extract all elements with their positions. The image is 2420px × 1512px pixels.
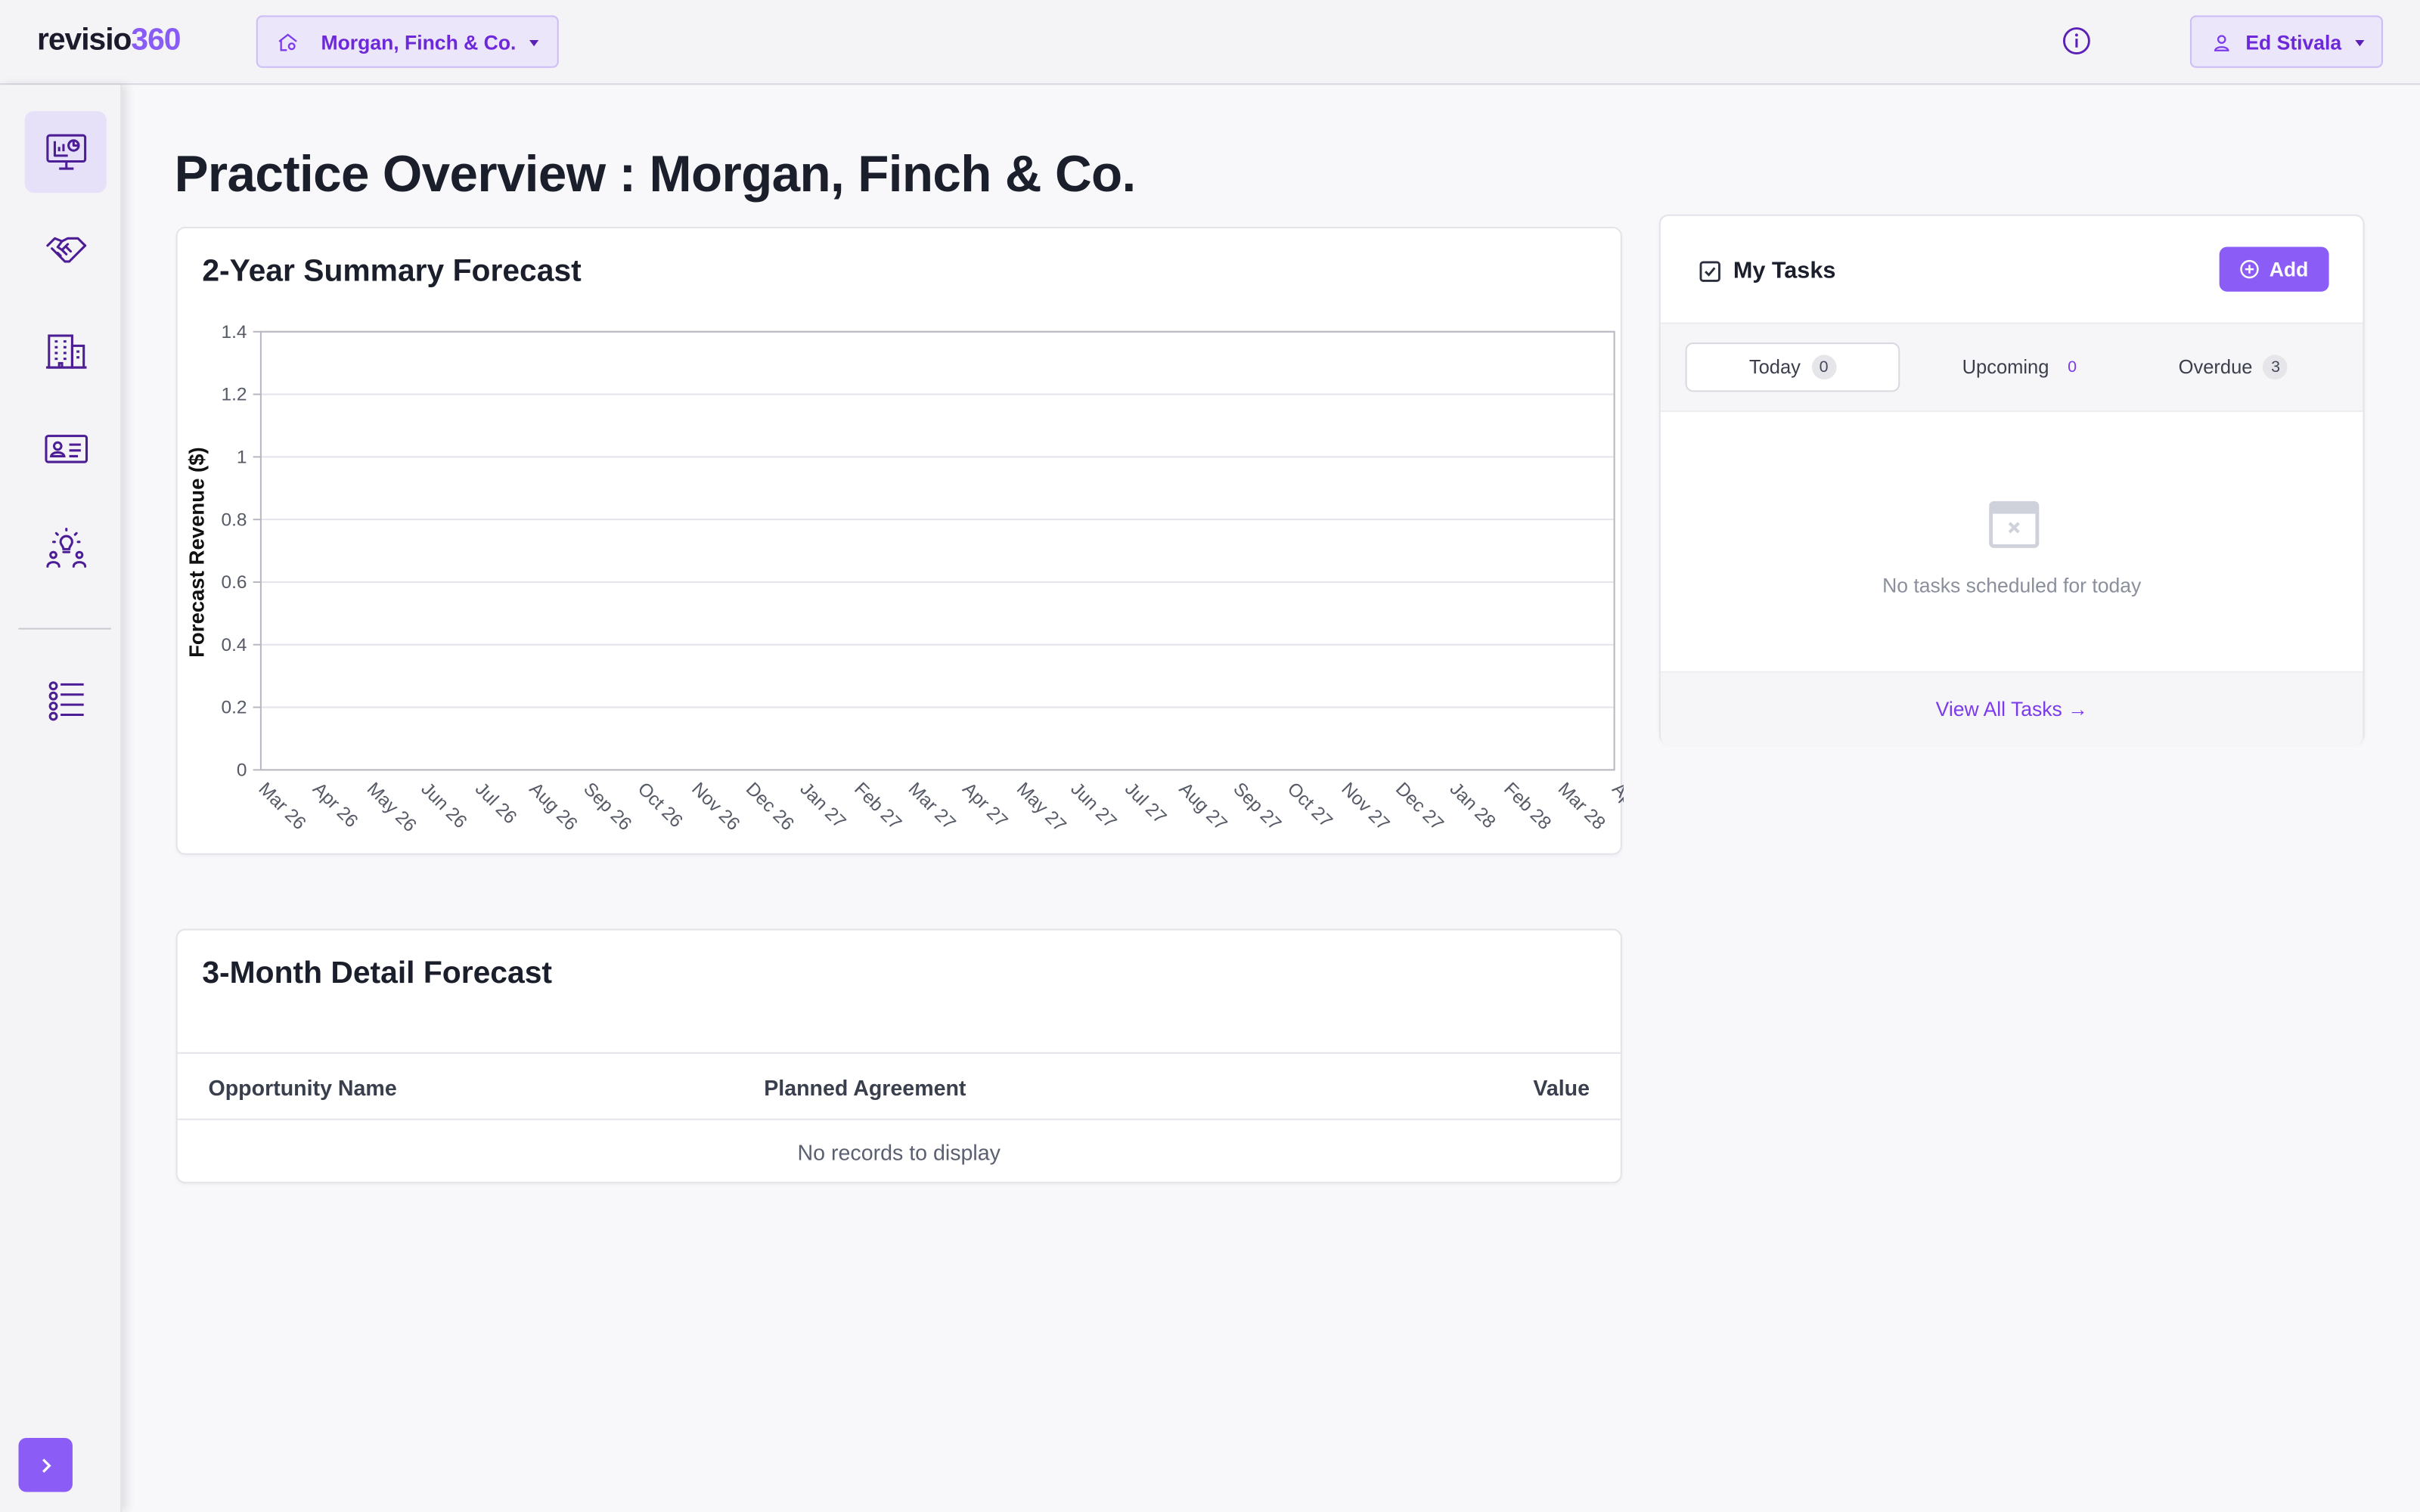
plus-circle-icon <box>2240 259 2260 279</box>
y-tick-label: 1 <box>237 448 247 468</box>
y-tick-label: 1.2 <box>222 385 247 405</box>
x-tick-label: Apr 28 <box>1608 779 1624 832</box>
y-tick-label: 0.8 <box>222 510 247 530</box>
user-menu-button[interactable]: Ed Stivala <box>2189 15 2383 68</box>
table-header: Opportunity Name Planned Agreement Value <box>177 1052 1621 1120</box>
upcoming-count-badge: 0 <box>2068 358 2077 376</box>
nav-agreements[interactable] <box>25 209 107 290</box>
x-tick-label: Jun 27 <box>1066 779 1120 832</box>
chart-grid <box>260 330 1615 771</box>
practice-selector[interactable]: Morgan, Finch & Co. <box>256 15 559 68</box>
x-tick-label: Oct 27 <box>1283 779 1336 832</box>
nav-insights[interactable] <box>25 506 107 587</box>
nav-companies[interactable] <box>25 307 107 389</box>
user-icon <box>2214 34 2229 51</box>
lightbulb-people-icon <box>45 527 86 567</box>
sidebar <box>0 85 123 1512</box>
user-name: Ed Stivala <box>2245 29 2342 54</box>
column-header-opportunity[interactable]: Opportunity Name <box>209 1075 397 1100</box>
page-title: Practice Overview : Morgan, Finch & Co. <box>174 144 1137 203</box>
y-tick-label: 1.4 <box>222 322 247 342</box>
x-tick-label: Mar 28 <box>1554 779 1609 834</box>
info-icon[interactable] <box>2062 26 2092 56</box>
x-tick-label: Jun 26 <box>417 779 470 832</box>
x-tick-label: May 27 <box>1013 779 1070 836</box>
app-logo[interactable]: revisio360 <box>37 23 182 59</box>
x-tick-label: Feb 28 <box>1500 779 1555 834</box>
task-tabs: Today 0 Upcoming 0 Overdue 3 <box>1660 322 2363 412</box>
x-tick-label: Sep 27 <box>1229 779 1285 835</box>
x-tick-label: Feb 27 <box>850 779 905 834</box>
checkbox-icon <box>1699 261 1720 282</box>
y-tick-label: 0 <box>237 761 247 781</box>
x-tick-label: Aug 27 <box>1175 779 1231 835</box>
x-tick-label: Nov 26 <box>687 779 743 835</box>
x-tick-label: Sep 26 <box>579 779 635 835</box>
id-card-icon <box>44 434 88 463</box>
building-icon <box>45 333 86 368</box>
table-empty-message: No records to display <box>797 1140 1001 1165</box>
x-tick-label: Jul 27 <box>1121 779 1170 828</box>
column-header-planned-agreement[interactable]: Planned Agreement <box>764 1075 966 1100</box>
nav-list[interactable] <box>25 657 107 739</box>
chevron-down-icon <box>2355 40 2365 47</box>
y-tick-label: 0.6 <box>222 572 247 593</box>
today-count-badge: 0 <box>1811 355 1836 380</box>
y-axis-ticks: 0 0.2 0.4 0.6 0.8 1 1.2 1.4 <box>222 322 261 781</box>
x-tick-label: Nov 27 <box>1337 779 1393 835</box>
nav-dashboard[interactable] <box>24 110 107 194</box>
arrow-right-icon: → <box>2068 697 2088 721</box>
add-task-button[interactable]: Add <box>2219 246 2329 292</box>
y-axis-label: Forecast Revenue ($) <box>185 447 208 658</box>
app-root: revisio360 Morgan, Finch & Co. Ed Stival… <box>0 0 2420 1512</box>
x-tick-label: Mar 26 <box>255 779 310 834</box>
practice-name: Morgan, Finch & Co. <box>321 29 517 54</box>
overdue-count-badge: 3 <box>2263 355 2288 380</box>
x-tick-label: Oct 26 <box>634 779 687 832</box>
forecast-chart: 00.20.40.60.811.21.4 Mar 26Apr 26 May 26J… <box>185 322 1624 836</box>
x-tick-label: Apr 26 <box>309 779 361 832</box>
tab-today[interactable]: Today 0 <box>1685 342 1900 392</box>
sidebar-divider <box>18 627 111 630</box>
my-tasks-title: My Tasks <box>1733 257 1836 284</box>
handshake-icon <box>45 236 86 262</box>
x-tick-label: May 26 <box>363 779 420 836</box>
chevron-down-icon <box>529 40 539 47</box>
x-axis-ticks: Mar 26Apr 26 May 26Jun 26 Jul 26 Aug 26Sep … <box>255 779 1624 836</box>
summary-forecast-card: 2-Year Summary Forecast 0 0.2 0.4 0.6 0.8 1 1.… <box>175 226 1624 855</box>
dashboard-monitor-icon <box>45 133 86 169</box>
x-tick-label: Jan 27 <box>796 779 849 832</box>
x-tick-label: Apr 27 <box>958 779 1011 832</box>
detail-forecast-title: 3-Month Detail Forecast <box>202 956 553 991</box>
tab-upcoming[interactable]: Upcoming 0 <box>1907 342 2139 392</box>
tasks-footer: View All Tasks → <box>1660 671 2363 745</box>
plot-area <box>259 330 1615 771</box>
y-tick-label: 0.4 <box>222 635 247 655</box>
tab-overdue[interactable]: Overdue 3 <box>2124 342 2343 392</box>
chevron-right-icon <box>41 1458 51 1473</box>
x-tick-label: Jan 28 <box>1446 779 1500 832</box>
column-header-value[interactable]: Value <box>1533 1075 1590 1100</box>
x-tick-label: Dec 27 <box>1392 779 1447 835</box>
calendar-x-icon <box>1989 500 2040 548</box>
my-tasks-card: My Tasks Add Today 0 Upcoming 0 Overdue 3 N… <box>1658 214 2365 745</box>
no-tasks-message: No tasks scheduled for today <box>1882 574 2142 597</box>
home-icon <box>278 33 297 51</box>
nav-contacts[interactable] <box>25 407 107 489</box>
view-all-tasks-link[interactable]: View All Tasks → <box>1661 697 2363 720</box>
x-tick-label: Jul 26 <box>471 779 520 828</box>
x-tick-label: Aug 26 <box>526 779 582 835</box>
y-tick-label: 0.2 <box>222 698 247 718</box>
top-bar: revisio360 Morgan, Finch & Co. Ed Stival… <box>0 0 2420 85</box>
detail-forecast-card: 3-Month Detail Forecast Opportunity Name… <box>175 928 1622 1184</box>
x-tick-label: Dec 26 <box>742 779 798 835</box>
expand-sidebar-button[interactable] <box>18 1438 73 1492</box>
x-tick-label: Mar 27 <box>904 779 960 834</box>
list-icon <box>48 680 83 720</box>
